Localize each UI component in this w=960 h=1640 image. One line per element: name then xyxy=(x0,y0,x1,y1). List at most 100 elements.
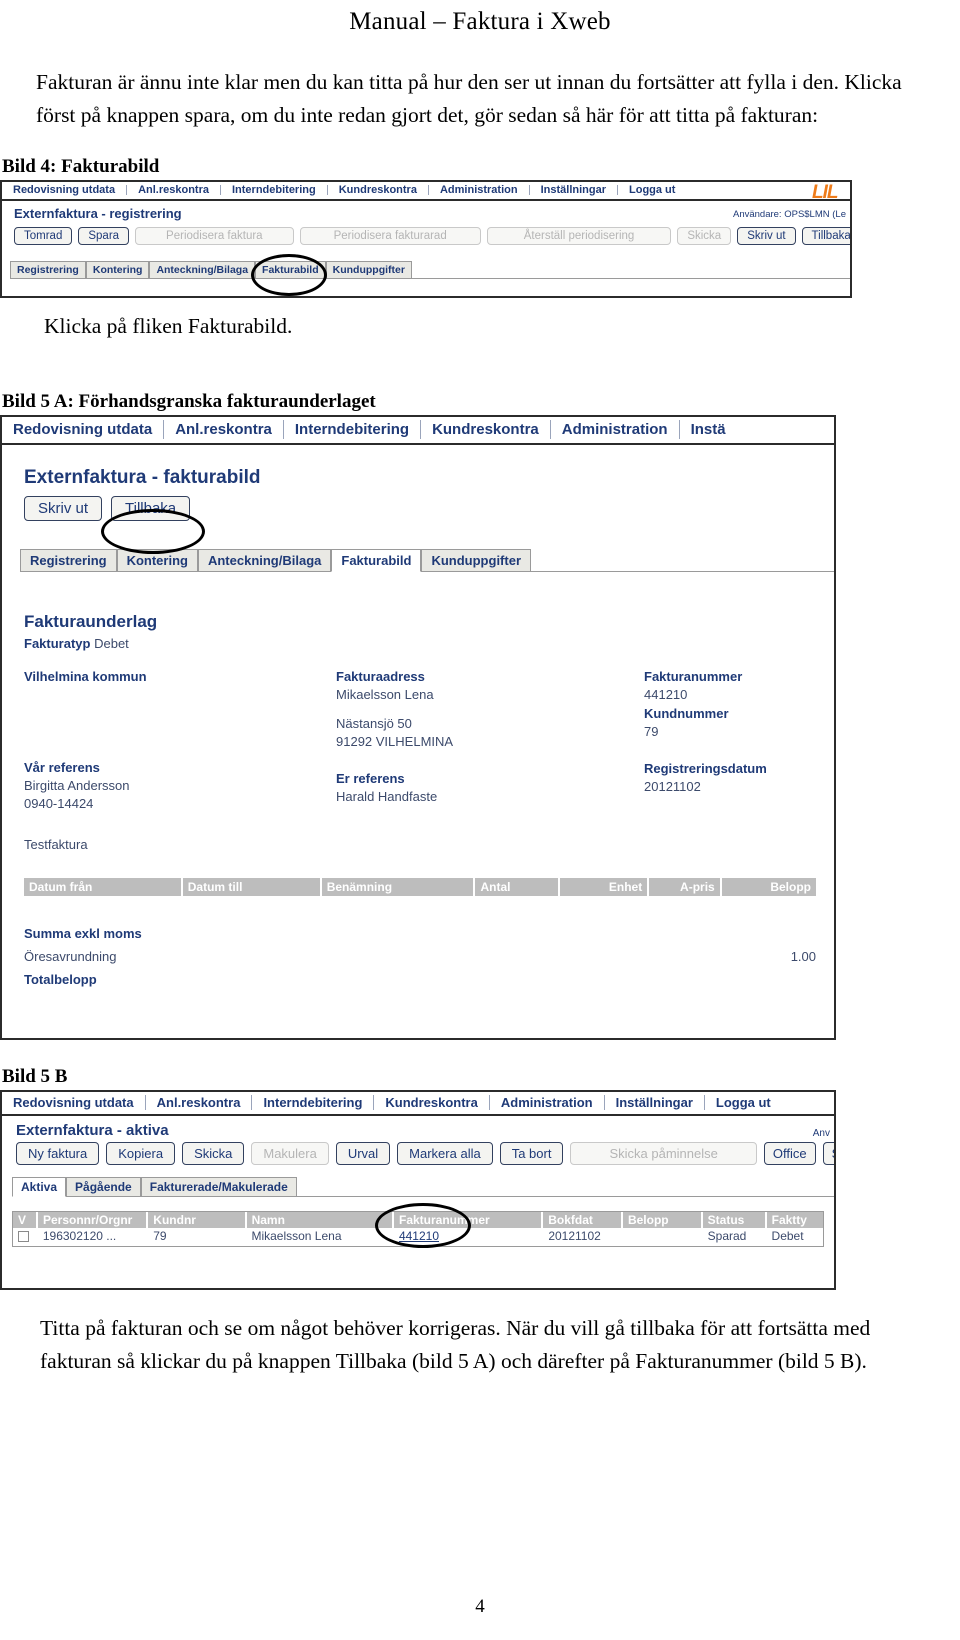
skriv-ut-button[interactable]: Skriv ut xyxy=(737,227,796,245)
menu-item-kundreskontra[interactable]: Kundreskontra xyxy=(421,420,550,439)
col-belopp: Belopp xyxy=(770,880,811,894)
invoice-heading: Fakturaunderlag xyxy=(24,612,158,631)
tab-pagaende[interactable]: Pågående xyxy=(66,1177,141,1197)
menu-item-anl-reskontra[interactable]: Anl.reskontra xyxy=(164,420,283,439)
col-fakttyp[interactable]: Faktty xyxy=(767,1212,823,1228)
tab-aktiva[interactable]: Aktiva xyxy=(12,1177,67,1197)
total-value-oresavrundning: 1.00 xyxy=(790,949,816,964)
spara-button[interactable]: Spara xyxy=(78,227,130,245)
cell-status: Sparad xyxy=(707,1229,747,1243)
your-reference-label: Er referens xyxy=(336,771,405,786)
col-belopp[interactable]: Belopp xyxy=(623,1212,703,1228)
tab-fakturerade-makulerade[interactable]: Fakturerade/Makulerade xyxy=(140,1177,297,1197)
cell-namn: Mikaelsson Lena xyxy=(251,1229,342,1243)
our-reference-name: Birgitta Andersson xyxy=(24,778,130,793)
bild5b-user-info: Anv xyxy=(812,1128,830,1139)
row-checkbox[interactable] xyxy=(18,1231,29,1242)
col-enhet: Enhet xyxy=(560,878,650,896)
screenshot-bild5a: Redovisning utdata Anl.reskontra Internd… xyxy=(0,415,836,1040)
bild5a-tabrow: Registrering Kontering Anteckning/Bilaga… xyxy=(2,549,834,572)
menu-item-installningar[interactable]: Inställningar xyxy=(605,1094,704,1111)
menu-item-logga-ut[interactable]: Logga ut xyxy=(618,183,686,197)
invoice-address-line-1: Mikaelsson Lena xyxy=(336,687,434,702)
menu-item-administration[interactable]: Administration xyxy=(490,1094,604,1111)
caption-bild4: Bild 4: Fakturabild xyxy=(2,156,160,177)
row-select-checkbox-cell[interactable] xyxy=(13,1228,38,1246)
caption-bild5b: Bild 5 B xyxy=(2,1066,68,1087)
tomrad-button[interactable]: Tomrad xyxy=(14,227,73,245)
customer-number-value: 79 xyxy=(644,724,659,739)
bild5b-toolbar: Ny faktura Kopiera Skicka Makulera Urval… xyxy=(2,1142,834,1165)
menu-item-installningar[interactable]: Inställningar xyxy=(530,183,617,197)
office-button[interactable]: Office xyxy=(763,1142,816,1165)
cell-fakturanummer-link[interactable]: 441210 xyxy=(399,1229,439,1243)
tab-registrering[interactable]: Registrering xyxy=(10,261,86,279)
skriv-ut-button[interactable]: Skriv ut xyxy=(24,496,103,521)
tab-fakturabild[interactable]: Fakturabild xyxy=(331,549,422,572)
menu-item-kundreskontra[interactable]: Kundreskontra xyxy=(374,1094,488,1111)
page-number: 4 xyxy=(475,1596,485,1617)
menu-item-installningar[interactable]: Instä xyxy=(680,420,737,439)
menu-item-administration[interactable]: Administration xyxy=(429,183,529,197)
menu-item-anl-reskontra[interactable]: Anl.reskontra xyxy=(127,183,220,197)
invoice-note: Testfaktura xyxy=(24,837,88,852)
menu-item-interndebitering[interactable]: Interndebitering xyxy=(284,420,420,439)
tab-kunduppgifter[interactable]: Kunduppgifter xyxy=(325,261,412,279)
tab-fakturabild[interactable]: Fakturabild xyxy=(255,261,326,279)
menu-item-redovisning-utdata[interactable]: Redovisning utdata xyxy=(2,420,163,439)
periodisera-fakturarad-button: Periodisera fakturarad xyxy=(299,227,481,245)
menu-item-logga-ut[interactable]: Logga ut xyxy=(705,1094,782,1111)
invoice-numbers-column: Fakturanummer 441210 Kundnummer 79 Regis… xyxy=(644,669,816,811)
col-kundnr[interactable]: Kundnr xyxy=(148,1212,247,1228)
total-label-oresavrundning: Öresavrundning xyxy=(24,949,117,964)
urval-button[interactable]: Urval xyxy=(335,1142,391,1165)
ta-bort-button[interactable]: Ta bort xyxy=(499,1142,564,1165)
periodisera-faktura-button: Periodisera faktura xyxy=(135,227,294,245)
tab-registrering[interactable]: Registrering xyxy=(20,549,117,572)
menu-item-kundreskontra[interactable]: Kundreskontra xyxy=(328,183,428,197)
aterstall-periodisering-button: Återställ periodisering xyxy=(486,227,672,245)
ny-faktura-button[interactable]: Ny faktura xyxy=(16,1142,100,1165)
invoice-list-grid: V Personnr/Orgnr Kundnr Namn Fakturanumm… xyxy=(12,1211,824,1247)
tab-kontering[interactable]: Kontering xyxy=(85,261,150,279)
tillbaka-button[interactable]: Tillbaka xyxy=(801,227,850,245)
col-bokfdat[interactable]: Bokfdat xyxy=(543,1212,623,1228)
col-personnr-orgnr[interactable]: Personnr/Orgnr xyxy=(38,1212,149,1228)
menu-item-interndebitering[interactable]: Interndebitering xyxy=(221,183,327,197)
markera-alla-button[interactable]: Markera alla xyxy=(397,1142,493,1165)
bild4-user-info: Användare: OPS$LMN (Le xyxy=(732,209,846,220)
cell-fakttyp: Debet xyxy=(771,1229,804,1243)
col-fakturanummer[interactable]: Fakturanummer xyxy=(394,1212,544,1228)
kopiera-button[interactable]: Kopiera xyxy=(106,1142,176,1165)
skriv-ut-button[interactable]: Sk xyxy=(822,1142,834,1165)
menu-item-administration[interactable]: Administration xyxy=(551,420,679,439)
menu-item-redovisning-utdata[interactable]: Redovisning utdata xyxy=(2,1094,145,1111)
reg-date-label: Registreringsdatum xyxy=(644,761,767,776)
table-row[interactable]: 196302120 ... 79 Mikaelsson Lena 441210 … xyxy=(13,1228,823,1246)
invoice-address-column: Fakturaadress Mikaelsson Lena Nästansjö … xyxy=(336,669,644,811)
col-status[interactable]: Status xyxy=(703,1212,767,1228)
invoice-number-label: Fakturanummer xyxy=(644,669,743,684)
tab-anteckning-bilaga[interactable]: Anteckning/Bilaga xyxy=(149,261,256,279)
cell-personnr: 196302120 ... xyxy=(42,1229,117,1243)
customer-number-label: Kundnummer xyxy=(644,706,729,721)
col-a-pris: A-pris xyxy=(649,878,722,896)
closing-paragraph: Titta på fakturan och se om något behöve… xyxy=(40,1316,871,1373)
skicka-button[interactable]: Skicka xyxy=(182,1142,245,1165)
menu-item-redovisning-utdata[interactable]: Redovisning utdata xyxy=(2,183,126,197)
cell-bokfdat: 20121102 xyxy=(548,1229,601,1243)
tabrow-filler xyxy=(296,1196,834,1197)
col-antal: Antal xyxy=(475,878,560,896)
tab-kontering[interactable]: Kontering xyxy=(116,549,198,572)
tillbaka-button[interactable]: Tillbaka xyxy=(111,496,191,521)
menu-item-interndebitering[interactable]: Interndebitering xyxy=(252,1094,373,1111)
tab-kunduppgifter[interactable]: Kunduppgifter xyxy=(421,549,532,572)
bild5a-page-heading: Externfaktura - fakturabild xyxy=(24,467,261,488)
col-v[interactable]: V xyxy=(13,1212,38,1228)
menu-item-anl-reskontra[interactable]: Anl.reskontra xyxy=(146,1094,252,1111)
bild4-page-heading: Externfaktura - registrering xyxy=(14,206,182,221)
tab-anteckning-bilaga[interactable]: Anteckning/Bilaga xyxy=(197,549,332,572)
invoice-list-header: V Personnr/Orgnr Kundnr Namn Fakturanumm… xyxy=(13,1212,823,1228)
col-namn[interactable]: Namn xyxy=(247,1212,394,1228)
total-label-summa-exkl-moms: Summa exkl moms xyxy=(24,926,142,941)
